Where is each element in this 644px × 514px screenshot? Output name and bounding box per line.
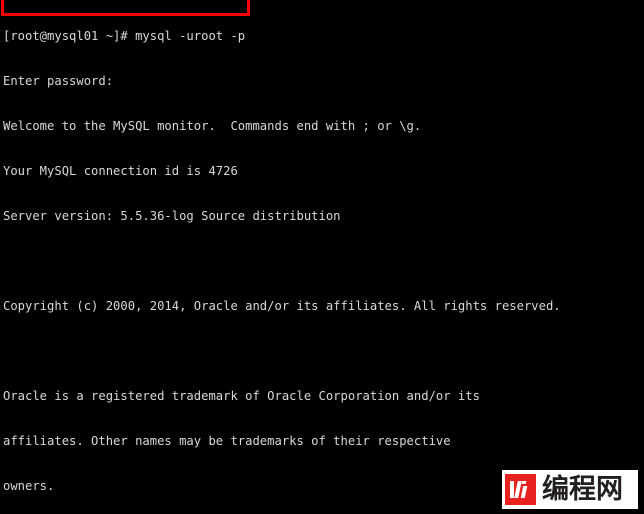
terminal-line-connection-id: Your MySQL connection id is 4726 <box>3 164 238 178</box>
terminal-line-trademark-2: affiliates. Other names may be trademark… <box>3 434 451 448</box>
terminal-window[interactable]: [root@mysql01 ~]# mysql -uroot -p Enter … <box>0 0 644 514</box>
terminal-line-welcome: Welcome to the MySQL monitor. Commands e… <box>3 119 422 133</box>
terminal-line-copyright: Copyright (c) 2000, 2014, Oracle and/or … <box>3 299 561 313</box>
terminal-line-trademark-1: Oracle is a registered trademark of Orac… <box>3 389 480 403</box>
terminal-output: [root@mysql01 ~]# mysql -uroot -p Enter … <box>3 0 643 514</box>
watermark-logo-icon <box>505 474 536 505</box>
watermark-badge: 编程网 <box>502 470 638 509</box>
watermark-text: 编程网 <box>542 474 623 505</box>
terminal-line-command-prompt: [root@mysql01 ~]# mysql -uroot -p <box>3 29 246 43</box>
terminal-line-server-version: Server version: 5.5.36-log Source distri… <box>3 209 341 223</box>
terminal-line-password-prompt: Enter password: <box>3 74 114 88</box>
